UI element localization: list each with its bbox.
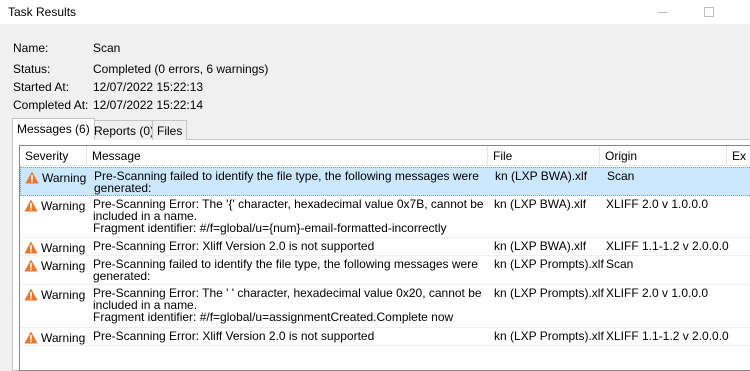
message-cell: Pre-Scanning failed to identify the file…	[93, 256, 478, 282]
minimize-icon	[658, 12, 668, 13]
status-value: Completed (0 errors, 6 warnings)	[93, 62, 269, 76]
title-bar: Task Results	[0, 0, 750, 24]
minimize-button[interactable]	[640, 0, 686, 24]
severity-label: Warning	[41, 288, 86, 302]
table-row[interactable]: Warning Pre-Scanning Error: The '{' chara…	[20, 196, 750, 238]
maximize-button[interactable]	[686, 0, 732, 24]
origin-cell: Scan	[606, 257, 634, 271]
origin-cell: Scan	[607, 169, 635, 183]
completed-at-value: 12/07/2022 15:22:14	[93, 98, 204, 112]
file-cell: kn (LXP Prompts).xlf	[494, 257, 604, 271]
table-row[interactable]: Warning Pre-Scanning failed to identify t…	[20, 167, 750, 196]
table-row[interactable]: Warning Pre-Scanning Error: Xliff Version…	[20, 238, 750, 256]
file-cell: kn (LXP Prompts).xlf	[494, 329, 604, 343]
file-cell: kn (LXP Prompts).xlf	[494, 286, 604, 300]
origin-cell: XLIFF 2.0 v 1.0.0.0	[606, 286, 709, 300]
severity-label: Warning	[42, 171, 87, 185]
completed-at-label: Completed At:	[13, 98, 89, 112]
column-header-file[interactable]: File	[488, 146, 600, 166]
messages-list[interactable]: Severity Message File Origin Ex Warning P…	[19, 145, 750, 371]
column-header-origin[interactable]: Origin	[600, 146, 727, 166]
message-line: generated:	[94, 181, 152, 195]
table-row[interactable]: Warning Pre-Scanning failed to identify t…	[20, 256, 750, 285]
warning-icon	[24, 331, 38, 344]
message-cell: Pre-Scanning Error: Xliff Version 2.0 is…	[93, 238, 374, 252]
name-label: Name:	[13, 41, 49, 55]
message-cell: Pre-Scanning failed to identify the file…	[94, 168, 479, 194]
status-label: Status:	[13, 62, 51, 76]
message-line: generated:	[93, 269, 151, 283]
started-at-value: 12/07/2022 15:22:13	[93, 80, 204, 94]
origin-cell: XLIFF 1.1-1.2 v 2.0.0.0	[606, 239, 729, 253]
message-line: Fragment identifier: #/f=global/u=assign…	[93, 310, 454, 324]
column-header-extra[interactable]: Ex	[727, 146, 750, 166]
name-value: Scan	[93, 41, 121, 55]
maximize-icon	[704, 7, 714, 17]
tab-files[interactable]: Files	[152, 120, 188, 140]
warning-icon	[24, 288, 38, 301]
origin-cell: XLIFF 1.1-1.2 v 2.0.0.0	[606, 329, 729, 343]
message-line: Pre-Scanning Error: Xliff Version 2.0 is…	[93, 329, 375, 343]
severity-label: Warning	[41, 259, 86, 273]
message-line: Fragment identifier: #/f=global/u={num}-…	[93, 221, 447, 235]
origin-cell: XLIFF 2.0 v 1.0.0.0	[606, 197, 709, 211]
warning-icon	[24, 199, 38, 212]
file-cell: kn (LXP BWA).xlf	[494, 239, 587, 253]
warning-icon	[25, 171, 39, 184]
file-cell: kn (LXP BWA).xlf	[494, 197, 587, 211]
message-line: Pre-Scanning Error: Xliff Version 2.0 is…	[93, 239, 375, 253]
warning-icon	[24, 259, 38, 272]
severity-label: Warning	[41, 241, 86, 255]
severity-label: Warning	[41, 331, 86, 345]
file-cell: kn (LXP BWA).xlf	[495, 169, 588, 183]
list-header: Severity Message File Origin Ex	[20, 146, 750, 166]
column-header-severity[interactable]: Severity	[20, 146, 87, 166]
message-line: Pre-Scanning failed to identify the file…	[94, 169, 479, 183]
tab-messages[interactable]: Messages (6)	[12, 118, 95, 140]
tab-reports[interactable]: Reports (0)	[89, 120, 160, 140]
table-row[interactable]: Warning Pre-Scanning Error: Xliff Version…	[20, 328, 750, 346]
message-cell: Pre-Scanning Error: The ' ' character, h…	[93, 285, 482, 323]
started-at-label: Started At:	[13, 80, 70, 94]
message-cell: Pre-Scanning Error: Xliff Version 2.0 is…	[93, 328, 374, 342]
severity-label: Warning	[41, 199, 86, 213]
column-header-message[interactable]: Message	[87, 146, 488, 166]
table-row[interactable]: Warning Pre-Scanning Error: The ' ' chara…	[20, 285, 750, 328]
window-title: Task Results	[8, 5, 77, 19]
message-cell: Pre-Scanning Error: The '{' character, h…	[93, 196, 484, 234]
warning-icon	[24, 241, 38, 254]
message-line: Pre-Scanning failed to identify the file…	[93, 257, 478, 271]
